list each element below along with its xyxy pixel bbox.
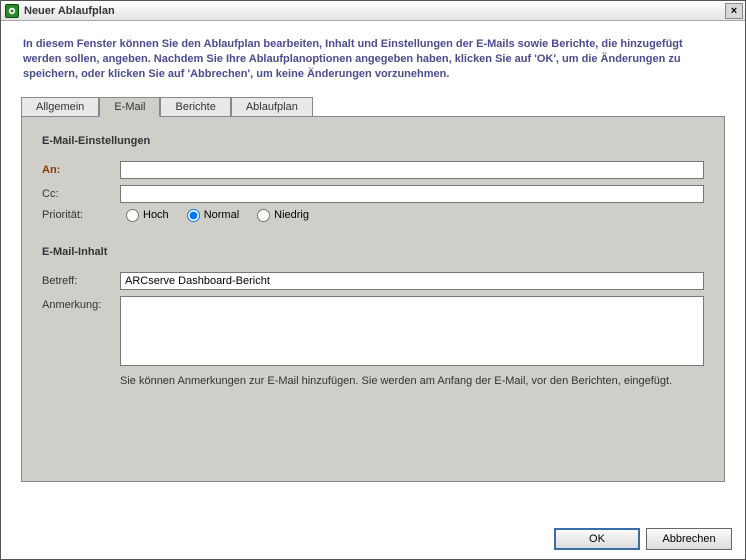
priority-low-label: Niedrig (274, 209, 309, 221)
ok-button[interactable]: OK (554, 528, 640, 550)
tab-reports[interactable]: Berichte (160, 97, 230, 117)
subject-label: Betreff: (42, 275, 120, 287)
tab-general[interactable]: Allgemein (21, 97, 99, 117)
note-hint: Sie können Anmerkungen zur E-Mail hinzuf… (120, 375, 704, 387)
close-button[interactable]: × (725, 3, 743, 19)
to-input[interactable] (120, 161, 704, 179)
email-content-title: E-Mail-Inhalt (42, 246, 704, 258)
titlebar: Neuer Ablaufplan × (1, 1, 745, 21)
note-textarea[interactable] (120, 296, 704, 366)
to-label: An: (42, 164, 120, 176)
tab-email[interactable]: E-Mail (99, 97, 160, 117)
email-settings-title: E-Mail-Einstellungen (42, 135, 704, 147)
priority-normal-label: Normal (204, 209, 239, 221)
footer-buttons: OK Abbrechen (554, 528, 732, 550)
cc-label: Cc: (42, 188, 120, 200)
subject-input[interactable] (120, 272, 704, 290)
note-label: Anmerkung: (42, 296, 120, 311)
priority-low-option[interactable]: Niedrig (257, 209, 309, 222)
priority-normal-radio[interactable] (187, 209, 200, 222)
priority-high-radio[interactable] (126, 209, 139, 222)
header-description: In diesem Fenster können Sie den Ablaufp… (1, 21, 745, 96)
priority-high-option[interactable]: Hoch (126, 209, 169, 222)
cc-input[interactable] (120, 185, 704, 203)
priority-normal-option[interactable]: Normal (187, 209, 239, 222)
app-icon (5, 4, 19, 18)
priority-label: Priorität: (42, 209, 120, 221)
priority-high-label: Hoch (143, 209, 169, 221)
window-title: Neuer Ablaufplan (24, 5, 725, 17)
priority-low-radio[interactable] (257, 209, 270, 222)
cancel-button[interactable]: Abbrechen (646, 528, 732, 550)
email-panel: E-Mail-Einstellungen An: Cc: Priorität: … (21, 116, 725, 482)
tab-schedule[interactable]: Ablaufplan (231, 97, 313, 117)
tab-strip: Allgemein E-Mail Berichte Ablaufplan (21, 96, 725, 116)
